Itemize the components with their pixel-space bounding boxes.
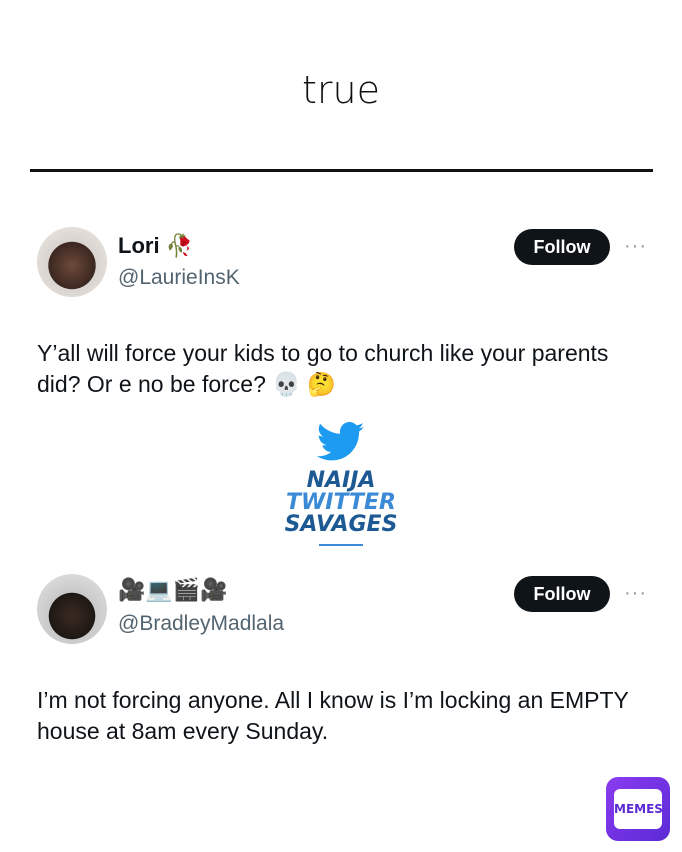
more-options-icon[interactable]: ··· xyxy=(624,236,647,256)
wilted-rose-icon: 🥀 xyxy=(165,234,194,259)
tweet-author-name[interactable]: 🎥💻🎬🎥 xyxy=(118,578,228,603)
author-name-text: Lori xyxy=(118,233,160,258)
memes-logo-icon[interactable]: MEMES xyxy=(606,777,670,841)
follow-button[interactable]: Follow xyxy=(514,229,610,265)
avatar-bradley[interactable] xyxy=(37,574,107,644)
watermark-underline xyxy=(319,544,363,546)
memes-logo-text: MEMES xyxy=(614,802,663,816)
tweet-author-handle[interactable]: @BradleyMadlala xyxy=(118,612,284,636)
tweet-author-name[interactable]: Lori 🥀 xyxy=(118,233,193,259)
watermark-line-2: TWITTER xyxy=(286,490,396,515)
memes-logo-inner: MEMES xyxy=(614,789,663,829)
watermark: NAIJA TWITTER SAVAGES xyxy=(270,422,412,558)
watermark-line-1: NAIJA xyxy=(306,468,376,493)
tweet-text: I’m not forcing anyone. All I know is I’… xyxy=(37,687,629,744)
avatar-lori[interactable] xyxy=(37,227,107,297)
more-options-icon[interactable]: ··· xyxy=(624,583,647,603)
twitter-bird-icon xyxy=(317,422,365,461)
watermark-line-3: SAVAGES xyxy=(284,512,398,537)
follow-button[interactable]: Follow xyxy=(514,576,610,612)
tweet-text: Y’all will force your kids to go to chur… xyxy=(37,340,609,397)
tweet-author-handle[interactable]: @LaurieInsK xyxy=(118,266,240,290)
caption: true xyxy=(302,68,380,112)
divider xyxy=(30,169,653,172)
